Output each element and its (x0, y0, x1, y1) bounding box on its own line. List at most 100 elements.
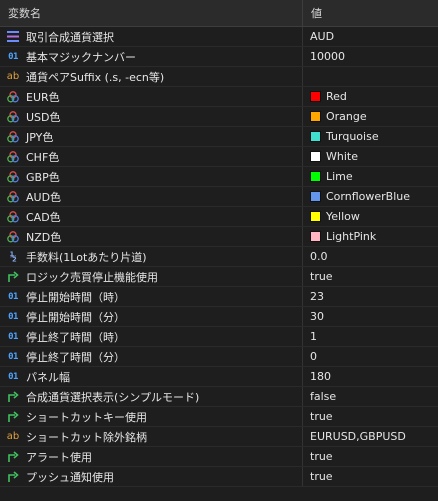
variable-name-cell[interactable]: 01 停止終了時間（時） (0, 327, 303, 346)
integer-icon: 01 (6, 350, 20, 364)
variable-name-cell[interactable]: CAD色 (0, 207, 303, 226)
variable-name-cell[interactable]: CHF色 (0, 147, 303, 166)
value-text: Turquoise (326, 130, 379, 143)
value-cell[interactable]: true (303, 267, 438, 286)
table-row[interactable]: ab ショートカット除外銘柄 EURUSD,GBPUSD (0, 427, 438, 447)
value-cell[interactable]: 180 (303, 367, 438, 386)
integer-icon: 01 (6, 310, 20, 324)
value-cell[interactable]: LightPink (303, 227, 438, 246)
table-row[interactable]: USD色 Orange (0, 107, 438, 127)
table-row[interactable]: 01 パネル幅 180 (0, 367, 438, 387)
variable-name-cell[interactable]: 01 停止開始時間（時） (0, 287, 303, 306)
variable-name-cell[interactable]: JPY色 (0, 127, 303, 146)
value-column-header[interactable]: 値 (303, 0, 438, 26)
value-cell[interactable]: false (303, 387, 438, 406)
value-text: false (310, 390, 337, 403)
variable-name-label: プッシュ通知使用 (26, 470, 114, 484)
variable-name-cell[interactable]: 合成通貨選択表示(シンプルモード) (0, 387, 303, 406)
variable-name-cell[interactable]: 01 パネル幅 (0, 367, 303, 386)
color-palette-icon (6, 190, 20, 204)
table-row[interactable]: 合成通貨選択表示(シンプルモード) false (0, 387, 438, 407)
color-swatch (310, 231, 321, 242)
table-row[interactable]: ab 通貨ペアSuffix (.s, -ecn等) (0, 67, 438, 87)
value-cell[interactable]: Turquoise (303, 127, 438, 146)
table-row[interactable]: CAD色 Yellow (0, 207, 438, 227)
value-cell[interactable]: AUD (303, 27, 438, 46)
value-text: CornflowerBlue (326, 190, 410, 203)
variable-name-label: アラート使用 (26, 450, 92, 464)
integer-icon: 01 (6, 370, 20, 384)
value-cell[interactable]: 30 (303, 307, 438, 326)
variable-name-label: 停止開始時間（時） (26, 290, 125, 304)
variable-name-cell[interactable]: ロジック売買停止機能使用 (0, 267, 303, 286)
value-cell[interactable]: true (303, 467, 438, 486)
table-row[interactable]: 01 停止開始時間（分） 30 (0, 307, 438, 327)
variable-name-cell[interactable]: ショートカットキー使用 (0, 407, 303, 426)
value-cell[interactable]: Lime (303, 167, 438, 186)
value-cell[interactable]: true (303, 447, 438, 466)
variable-column-header[interactable]: 変数名 (0, 0, 303, 26)
value-cell[interactable]: EURUSD,GBPUSD (303, 427, 438, 446)
value-text: true (310, 470, 333, 483)
value-cell[interactable]: CornflowerBlue (303, 187, 438, 206)
value-cell[interactable]: true (303, 407, 438, 426)
variable-name-label: EUR色 (26, 90, 60, 104)
value-cell[interactable]: Orange (303, 107, 438, 126)
table-row[interactable]: プッシュ通知使用 true (0, 467, 438, 487)
bool-arrow-icon (6, 470, 20, 484)
color-swatch (310, 151, 321, 162)
table-row[interactable]: 01 停止終了時間（分） 0 (0, 347, 438, 367)
variable-name-cell[interactable]: 01 停止終了時間（分） (0, 347, 303, 366)
icon-glyph: 01 (8, 51, 18, 62)
variable-name-cell[interactable]: アラート使用 (0, 447, 303, 466)
table-row[interactable]: NZD色 LightPink (0, 227, 438, 247)
table-row[interactable]: ロジック売買停止機能使用 true (0, 267, 438, 287)
table-row[interactable]: ショートカットキー使用 true (0, 407, 438, 427)
value-cell[interactable]: White (303, 147, 438, 166)
variable-name-label: GBP色 (26, 170, 60, 184)
variable-name-cell[interactable]: EUR色 (0, 87, 303, 106)
variable-name-cell[interactable]: AUD色 (0, 187, 303, 206)
bool-arrow-icon (6, 270, 20, 284)
variable-name-cell[interactable]: ½ 手数料(1Lotあたり片道) (0, 247, 303, 266)
variable-name-label: 停止開始時間（分） (26, 310, 125, 324)
value-cell[interactable]: 1 (303, 327, 438, 346)
variable-name-cell[interactable]: GBP色 (0, 167, 303, 186)
variable-name-cell[interactable]: ab ショートカット除外銘柄 (0, 427, 303, 446)
variable-name-label: ショートカットキー使用 (26, 410, 147, 424)
table-row[interactable]: EUR色 Red (0, 87, 438, 107)
variable-name-cell[interactable]: 取引合成通貨選択 (0, 27, 303, 46)
variable-name-cell[interactable]: プッシュ通知使用 (0, 467, 303, 486)
variable-name-cell[interactable]: NZD色 (0, 227, 303, 246)
value-cell[interactable]: 0 (303, 347, 438, 366)
color-swatch (310, 131, 321, 142)
grid-rows: 取引合成通貨選択 AUD 01 基本マジックナンバー 10000 ab 通貨ペアSuffix… (0, 27, 438, 487)
inputs-property-grid: 変数名 値 取引合成通貨選択 AUD 01 基本マジックナンバー 10000 ab 通貨ペア… (0, 0, 438, 501)
value-cell[interactable]: 10000 (303, 47, 438, 66)
double-fraction-icon: ½ (6, 250, 20, 264)
value-text: 0.0 (310, 250, 328, 263)
variable-name-cell[interactable]: 01 停止開始時間（分） (0, 307, 303, 326)
value-cell[interactable]: 23 (303, 287, 438, 306)
integer-icon: 01 (6, 330, 20, 344)
variable-name-cell[interactable]: 01 基本マジックナンバー (0, 47, 303, 66)
icon-glyph: 01 (8, 371, 18, 382)
table-row[interactable]: 01 基本マジックナンバー 10000 (0, 47, 438, 67)
table-row[interactable]: JPY色 Turquoise (0, 127, 438, 147)
value-cell[interactable]: 0.0 (303, 247, 438, 266)
variable-name-cell[interactable]: USD色 (0, 107, 303, 126)
table-row[interactable]: AUD色 CornflowerBlue (0, 187, 438, 207)
value-cell[interactable]: Red (303, 87, 438, 106)
table-row[interactable]: 01 停止終了時間（時） 1 (0, 327, 438, 347)
variable-name-cell[interactable]: ab 通貨ペアSuffix (.s, -ecn等) (0, 67, 303, 86)
icon-glyph: 01 (8, 291, 18, 302)
table-row[interactable]: 01 停止開始時間（時） 23 (0, 287, 438, 307)
icon-glyph: 01 (8, 351, 18, 362)
table-row[interactable]: 取引合成通貨選択 AUD (0, 27, 438, 47)
table-row[interactable]: GBP色 Lime (0, 167, 438, 187)
value-cell[interactable]: Yellow (303, 207, 438, 226)
value-cell[interactable] (303, 67, 438, 86)
table-row[interactable]: アラート使用 true (0, 447, 438, 467)
table-row[interactable]: CHF色 White (0, 147, 438, 167)
table-row[interactable]: ½ 手数料(1Lotあたり片道) 0.0 (0, 247, 438, 267)
